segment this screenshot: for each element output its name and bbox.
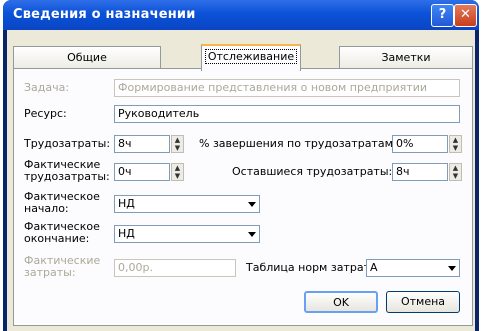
actual-start-select[interactable]: НД (114, 195, 260, 213)
remaining-work-input[interactable]: 8ч (392, 163, 448, 181)
help-button[interactable]: ? (431, 4, 454, 27)
dialog-window: Сведения о назначении ? ✕ Общие Отслежив… (3, 0, 479, 331)
chevron-down-icon[interactable] (444, 260, 458, 276)
actual-work-spinner[interactable]: ▲ ▼ (171, 163, 184, 181)
actual-work-label: Фактические трудозатраты: (24, 158, 110, 183)
actual-cost-field: 0,00р. (114, 259, 236, 277)
actual-start-value: НД (118, 197, 135, 210)
work-input[interactable]: 8ч (114, 135, 170, 153)
rate-table-label: Таблица норм затрат: (246, 261, 374, 274)
work-spinner[interactable]: ▲ ▼ (171, 135, 184, 153)
actual-finish-select[interactable]: НД (114, 225, 260, 243)
task-label: Задача: (24, 81, 70, 94)
tab-notes-label: Заметки (381, 51, 431, 64)
chevron-down-icon[interactable] (244, 196, 258, 212)
close-button[interactable]: ✕ (454, 4, 477, 27)
pct-work-complete-label: % завершения по трудозатратам: (199, 137, 397, 150)
cancel-button[interactable]: Отмена (386, 291, 460, 313)
pct-work-complete-spinner[interactable]: ▲ ▼ (449, 135, 462, 153)
tab-tracking[interactable]: Отслеживание (201, 44, 301, 71)
tab-general-label: Общие (67, 51, 107, 64)
actual-finish-label: Фактическое окончание: (24, 220, 100, 245)
actual-finish-value: НД (118, 227, 135, 240)
chevron-down-icon[interactable] (244, 226, 258, 242)
tab-general[interactable]: Общие (13, 46, 161, 69)
title-bar[interactable]: Сведения о назначении ? ✕ (3, 0, 479, 30)
dialog-title: Сведения о назначении (13, 7, 196, 22)
rate-table-value: A (370, 261, 378, 274)
dialog-client: Общие Отслеживание Заметки Задача: Форми… (7, 30, 475, 331)
actual-cost-label: Фактические затраты: (24, 254, 101, 279)
task-field: Формирование представления о новом предп… (114, 79, 460, 97)
rate-table-select[interactable]: A (366, 259, 460, 277)
tab-notes[interactable]: Заметки (339, 46, 473, 69)
actual-start-label: Фактическое начало: (24, 190, 100, 215)
tab-tracking-label: Отслеживание (204, 49, 298, 64)
actual-work-input[interactable]: 0ч (114, 163, 170, 181)
pct-work-complete-input[interactable]: 0% (392, 135, 448, 153)
resource-field[interactable]: Руководитель (114, 105, 460, 123)
remaining-work-label: Оставшиеся трудозатраты: (232, 165, 393, 178)
resource-label: Ресурс: (24, 107, 67, 120)
ok-button[interactable]: OK (304, 291, 378, 313)
remaining-work-spinner[interactable]: ▲ ▼ (449, 163, 462, 181)
tracking-panel: Задача: Формирование представления о нов… (13, 68, 473, 326)
work-label: Трудозатраты: (24, 137, 111, 150)
